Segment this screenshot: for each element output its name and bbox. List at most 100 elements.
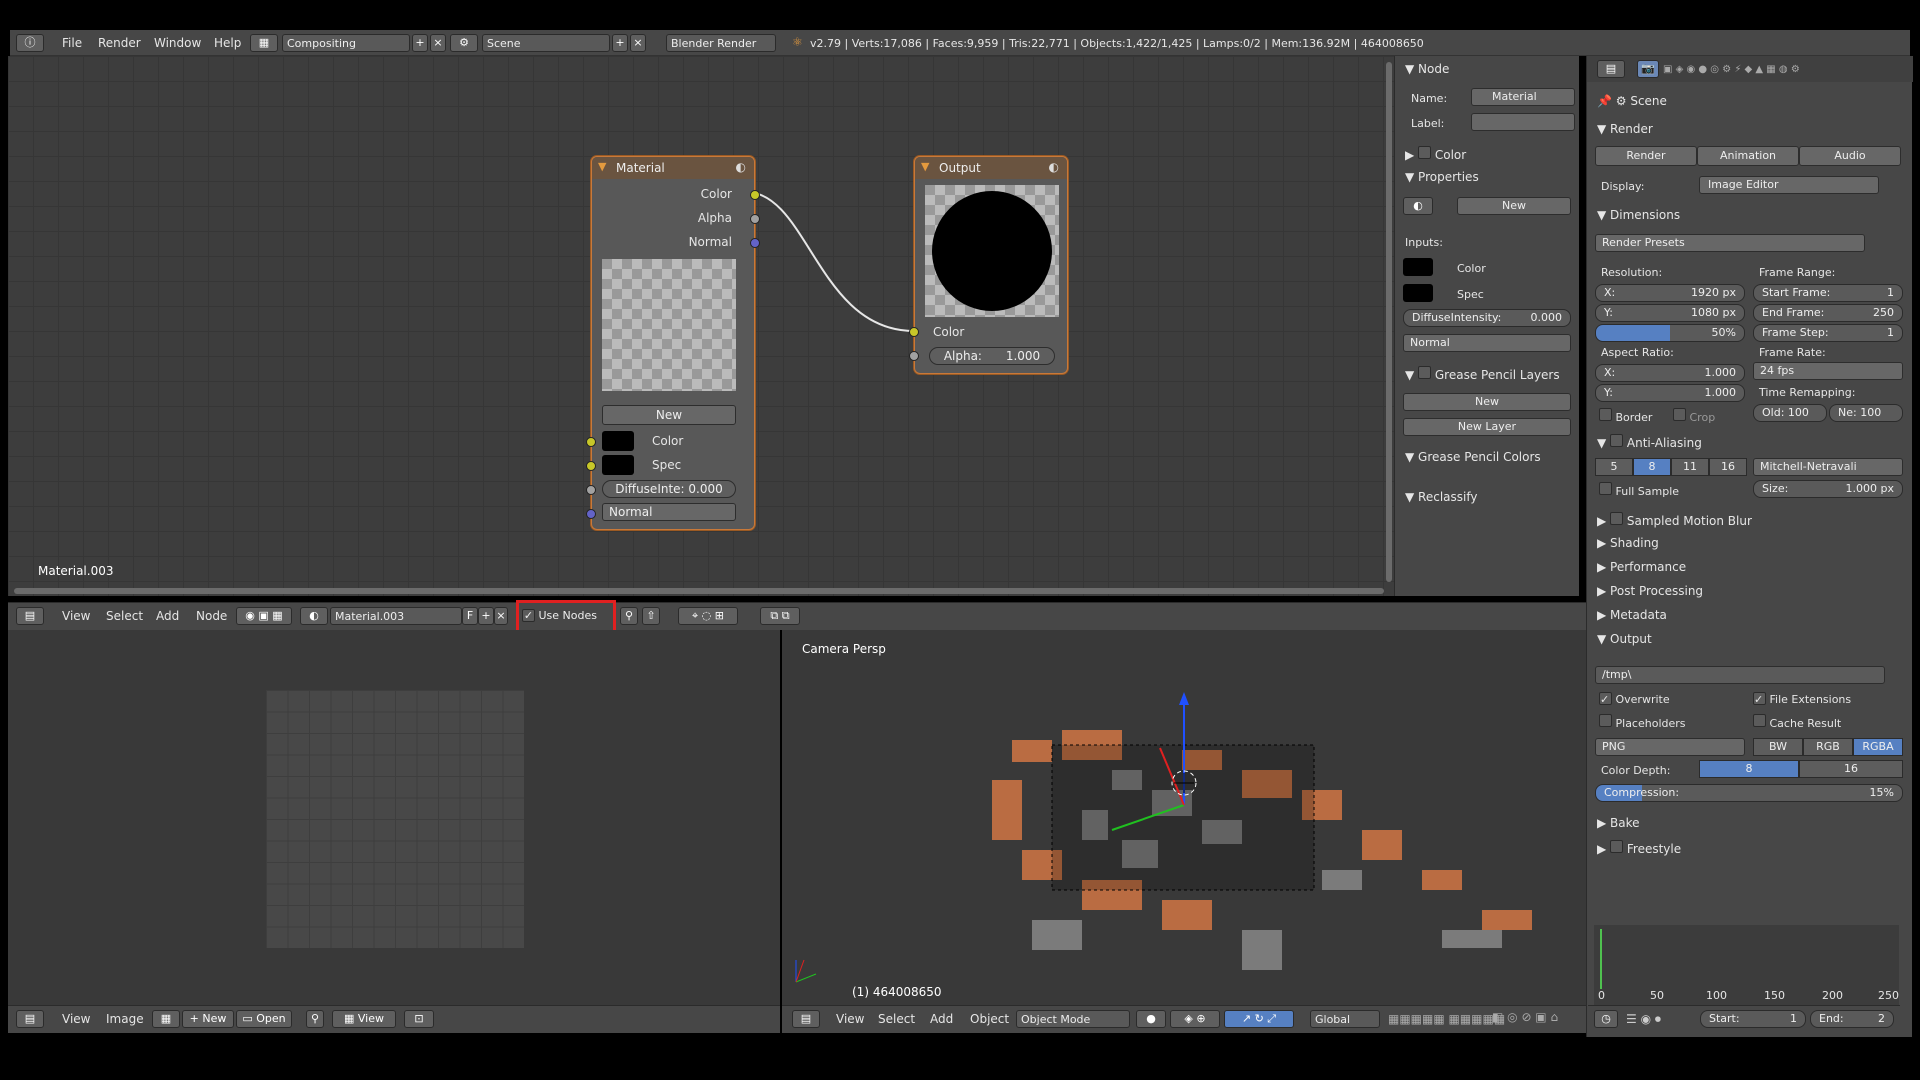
diffuse-intensity-field[interactable]: DiffuseInte: 0.000 xyxy=(602,480,736,498)
output-section-header[interactable]: ▼ Output xyxy=(1597,632,1652,646)
input-normal-socket[interactable] xyxy=(586,509,596,519)
add-scene-icon[interactable]: + xyxy=(612,34,628,52)
anti-aliasing-header[interactable]: ▼ Anti-Aliasing xyxy=(1597,434,1702,450)
pin-icon[interactable]: ⚲ xyxy=(306,1010,324,1028)
horizontal-scrollbar[interactable] xyxy=(14,588,1384,594)
material-browse-icon[interactable]: ◐ xyxy=(1403,197,1433,215)
orientation-select[interactable]: Global xyxy=(1310,1010,1380,1028)
compression-slider[interactable]: Compression: 15% xyxy=(1595,784,1903,802)
menu-node[interactable]: Node xyxy=(196,609,227,623)
menu-view[interactable]: View xyxy=(836,1012,864,1026)
material-node[interactable]: Material ▼ ◐ Color Alpha Normal New Colo… xyxy=(586,156,760,530)
spec-swatch[interactable] xyxy=(1403,284,1433,302)
menu-add[interactable]: Add xyxy=(930,1012,953,1026)
menu-view[interactable]: View xyxy=(62,609,90,623)
filter-size-field[interactable]: Size: 1.000 px xyxy=(1753,480,1903,498)
scene-icon[interactable]: ⚙ xyxy=(450,34,478,52)
property-tabs-icons[interactable]: ▣ ◈ ◉ ● ◎ ⚙ ⚡ ◆ ▲ ▦ ◍ ⚙ xyxy=(1663,64,1800,75)
properties-section-header[interactable]: ▼ Properties xyxy=(1405,170,1479,184)
collapse-icon[interactable]: ▼ xyxy=(598,160,606,173)
material-browse-icon[interactable]: ◐ xyxy=(300,607,328,625)
cache-result-checkbox[interactable]: Cache Result xyxy=(1753,714,1841,730)
material-name-field[interactable]: Material.003 xyxy=(330,607,462,625)
collapse-icon[interactable]: ▼ xyxy=(921,160,929,173)
editor-type-icon[interactable]: ▤ xyxy=(792,1010,820,1028)
menu-help[interactable]: Help xyxy=(214,36,241,50)
start-frame-field[interactable]: Start: 1 xyxy=(1700,1010,1806,1028)
output-color-socket[interactable] xyxy=(750,190,760,200)
color-rgba-button[interactable]: RGBA xyxy=(1853,738,1903,756)
material-new-button[interactable]: New xyxy=(602,405,736,425)
node-section-header[interactable]: ▼ Node xyxy=(1405,62,1449,76)
color-swatch[interactable] xyxy=(602,431,634,451)
render-section-header[interactable]: ▼ Render xyxy=(1597,122,1653,136)
aa-samples-16[interactable]: 16 xyxy=(1709,458,1747,476)
pin-icon[interactable]: ⚲ xyxy=(620,607,638,625)
placeholders-checkbox[interactable]: Placeholders xyxy=(1599,714,1686,730)
menu-image[interactable]: Image xyxy=(106,1012,144,1026)
output-alpha-socket[interactable] xyxy=(750,214,760,224)
add-material-icon[interactable]: + xyxy=(478,607,494,625)
remove-scene-icon[interactable]: × xyxy=(630,34,646,52)
file-format-select[interactable]: PNG xyxy=(1595,738,1745,756)
aa-samples-11[interactable]: 11 xyxy=(1671,458,1709,476)
color-rgb-button[interactable]: RGB xyxy=(1803,738,1853,756)
new-image-button[interactable]: + New xyxy=(182,1010,234,1028)
reclassify-header[interactable]: ▼ Reclassify xyxy=(1405,490,1477,504)
use-nodes-checkbox[interactable]: ✓ Use Nodes xyxy=(522,609,597,622)
sync-icon[interactable]: ⊡ xyxy=(404,1010,434,1028)
bake-header[interactable]: ▶ Bake xyxy=(1597,816,1640,830)
aa-samples-5[interactable]: 5 xyxy=(1595,458,1633,476)
output-alpha-input-socket[interactable] xyxy=(909,351,919,361)
gp-new-button[interactable]: New xyxy=(1403,393,1571,411)
info-icon[interactable]: ⓘ xyxy=(16,34,44,52)
editor-type-icon[interactable]: ◷ xyxy=(1594,1010,1618,1028)
crop-checkbox[interactable]: Crop xyxy=(1673,408,1715,424)
pivot-icons[interactable]: ◈ ⊕ xyxy=(1170,1010,1220,1028)
screen-layout-icon[interactable]: ▦ xyxy=(250,34,278,52)
res-y-field[interactable]: Y: 1080 px xyxy=(1595,304,1745,322)
spec-swatch[interactable] xyxy=(602,455,634,475)
snap-render-icons[interactable]: ◧ ◎ ⊘ ▣ ⌂ xyxy=(1492,1010,1558,1024)
mode-select[interactable]: Object Mode xyxy=(1016,1010,1130,1028)
unlink-material-icon[interactable]: × xyxy=(494,607,508,625)
node-editor[interactable]: Material ▼ ◐ Color Alpha Normal New Colo… xyxy=(8,56,1394,596)
output-normal-socket[interactable] xyxy=(750,238,760,248)
normal-select[interactable]: Normal xyxy=(602,503,736,521)
render-tab-icon[interactable]: 📷 xyxy=(1637,60,1659,78)
motion-blur-header[interactable]: ▶ Sampled Motion Blur xyxy=(1597,512,1752,528)
timeline[interactable]: 0 50 100 150 200 250 xyxy=(1594,925,1899,1005)
depth-8-button[interactable]: 8 xyxy=(1699,760,1799,778)
menu-window[interactable]: Window xyxy=(154,36,201,50)
remap-old-field[interactable]: Old: 100 xyxy=(1753,404,1827,422)
menu-select[interactable]: Select xyxy=(106,609,143,623)
input-diffuse-socket[interactable] xyxy=(586,485,596,495)
remove-screen-icon[interactable]: × xyxy=(430,34,446,52)
render-presets-select[interactable]: Render Presets xyxy=(1595,234,1865,252)
full-sample-checkbox[interactable]: Full Sample xyxy=(1599,482,1679,498)
snap-icons[interactable]: ⌖ ◌ ⊞ xyxy=(678,607,738,625)
current-frame-marker[interactable] xyxy=(1600,929,1602,989)
input-color-socket[interactable] xyxy=(586,437,596,447)
audio-button[interactable]: Audio xyxy=(1799,146,1901,166)
properties-new-button[interactable]: New xyxy=(1457,197,1571,215)
remap-new-field[interactable]: Ne: 100 xyxy=(1829,404,1903,422)
3d-viewport[interactable]: Camera Persp (1) 464008650 xyxy=(782,630,1586,1005)
input-spec-socket[interactable] xyxy=(586,461,596,471)
animation-button[interactable]: Animation xyxy=(1697,146,1799,166)
end-frame-field[interactable]: End: 2 xyxy=(1810,1010,1894,1028)
open-image-button[interactable]: ▭ Open xyxy=(236,1010,292,1028)
post-processing-header[interactable]: ▶ Post Processing xyxy=(1597,584,1703,598)
editor-type-icon[interactable]: ▤ xyxy=(1597,60,1625,78)
menu-add[interactable]: Add xyxy=(156,609,179,623)
image-browse-icon[interactable]: ▦ xyxy=(152,1010,180,1028)
menu-file[interactable]: File xyxy=(62,36,82,50)
editor-type-icon[interactable]: ▤ xyxy=(16,607,44,625)
end-frame-field[interactable]: End Frame: 250 xyxy=(1753,304,1903,322)
shading-header[interactable]: ▶ Shading xyxy=(1597,536,1659,550)
editor-type-icon[interactable]: ▤ xyxy=(16,1010,44,1028)
layer-buttons[interactable]: ▦▦▦▦▦ ▦▦▦▦▦ xyxy=(1388,1012,1505,1026)
view-mode-select[interactable]: ▦ View xyxy=(332,1010,396,1028)
aa-samples-8[interactable]: 8 xyxy=(1633,458,1671,476)
aa-filter-select[interactable]: Mitchell-Netravali xyxy=(1753,458,1903,476)
